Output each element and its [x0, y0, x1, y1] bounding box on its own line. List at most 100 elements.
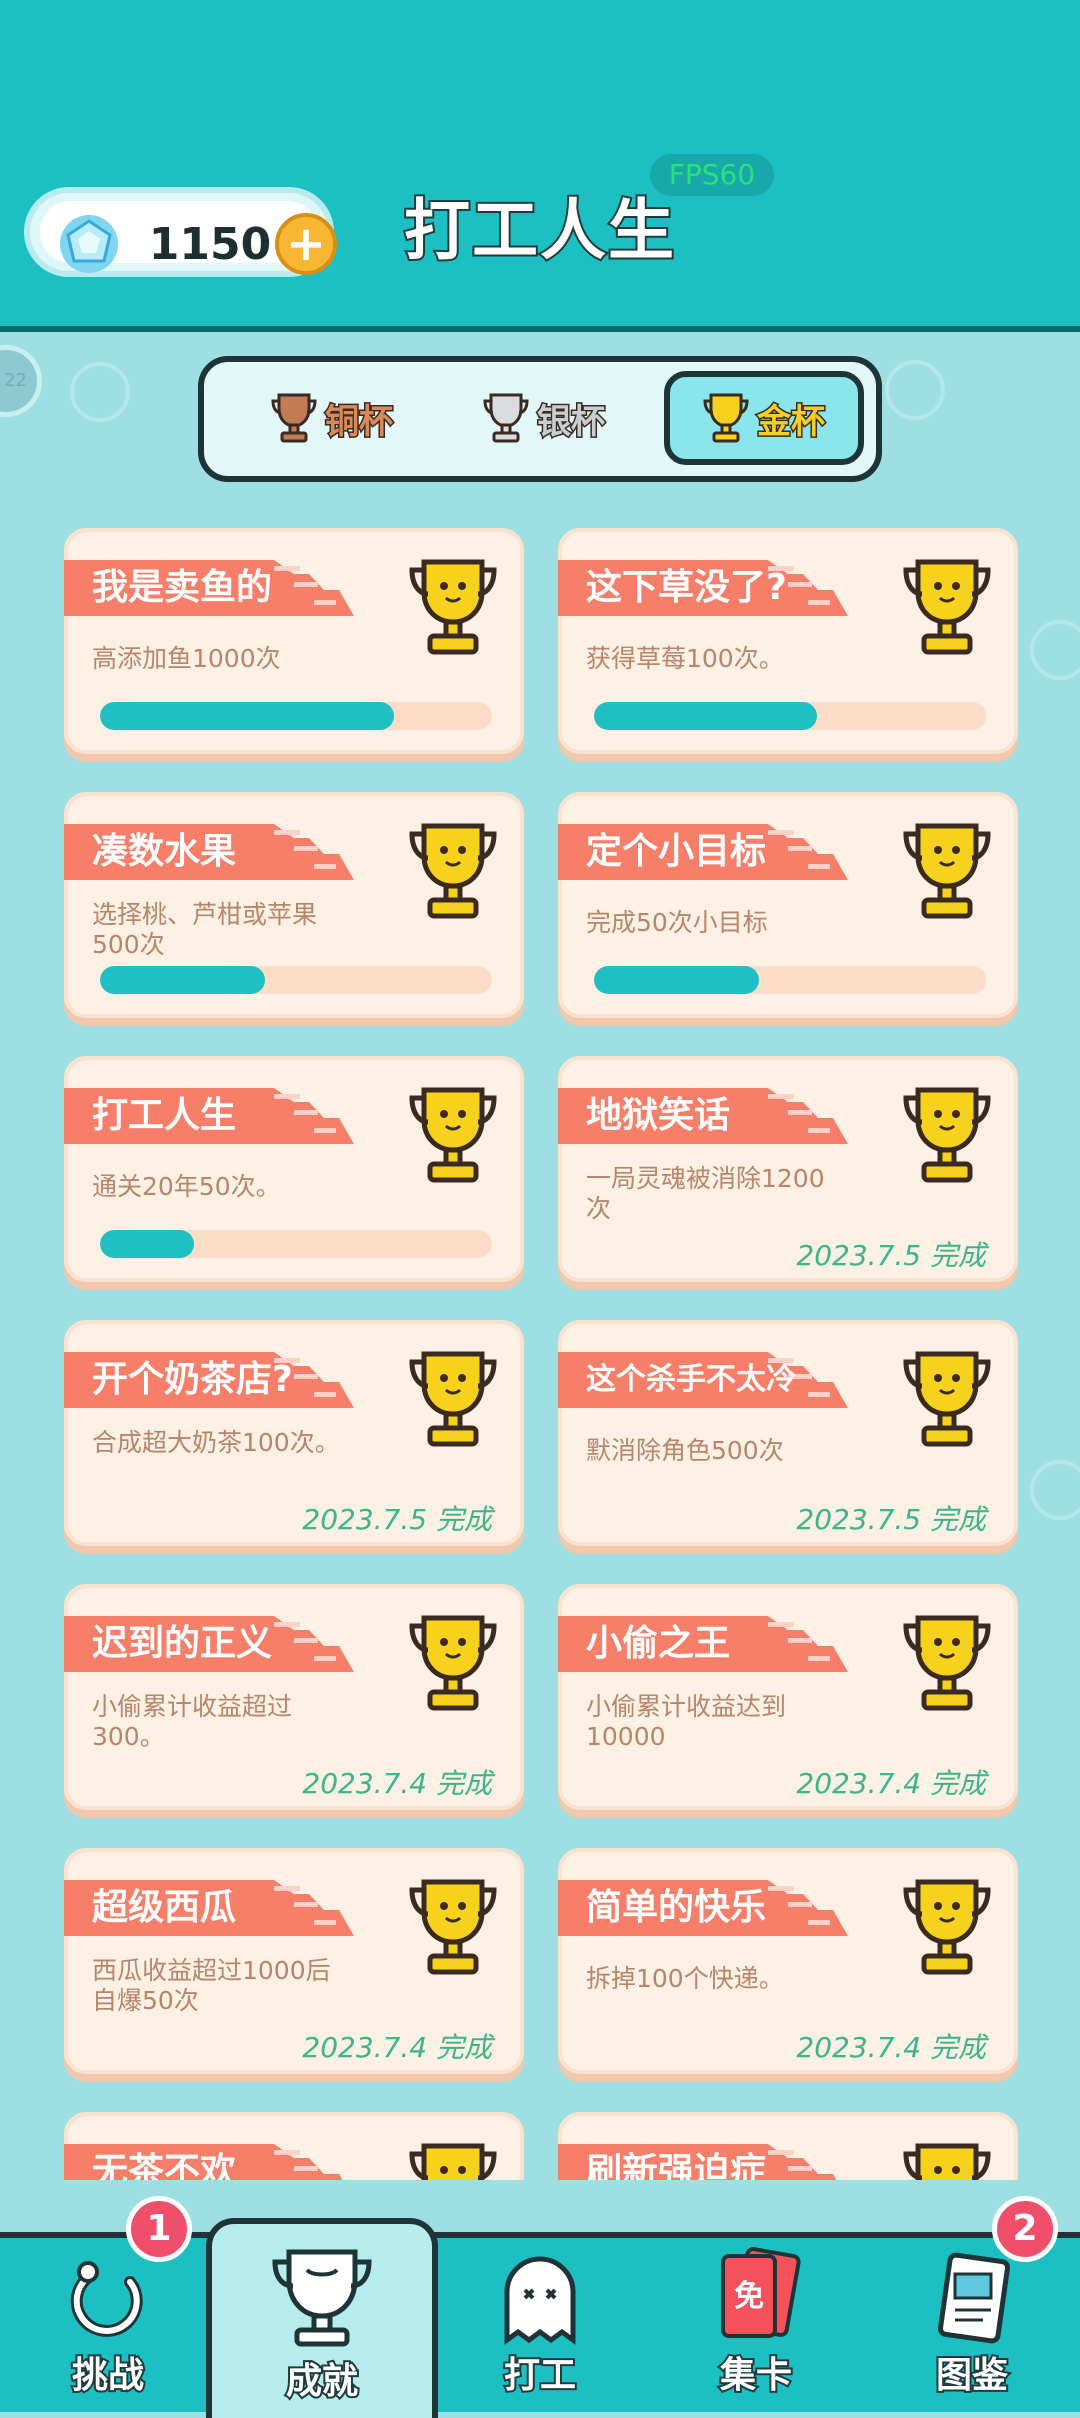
achievement-description: 默消除角色500次	[586, 1436, 784, 1465]
tab-gold[interactable]: 金杯	[664, 371, 864, 465]
trophy-tabs: 铜杯 银杯 金杯	[198, 356, 882, 482]
background-circle	[1030, 1460, 1080, 1520]
achievement-title: 定个小目标	[586, 831, 767, 872]
completion-date: 2023.7.5 完成	[796, 1239, 986, 1272]
nav-label: 打工	[502, 2353, 578, 2398]
gold-trophy-icon	[409, 1351, 497, 1447]
background-circle	[1030, 620, 1080, 680]
achievement-title: 刷新强迫症	[586, 2151, 767, 2180]
bottom-nav: 挑战 1 成就 打工 免 集卡 图鉴 2	[0, 2196, 1080, 2418]
notification-badge: 1	[126, 2196, 192, 2262]
achievement-card[interactable]: 我是卖鱼的高添加鱼1000次	[64, 528, 524, 754]
progress-bar	[594, 966, 986, 994]
tab-bronze[interactable]: 铜杯	[232, 372, 432, 464]
achievement-title: 地狱笑话	[586, 1095, 731, 1136]
achievement-description: 高添加鱼1000次	[92, 644, 281, 673]
achievement-description: 通关20年50次。	[92, 1172, 281, 1201]
achievement-card[interactable]: 地狱笑话一局灵魂被消除1200次 2023.7.5 完成	[558, 1056, 1018, 1282]
achievement-description: 拆掉100个快递。	[586, 1964, 784, 1993]
achievement-card[interactable]: 打工人生通关20年50次。	[64, 1056, 524, 1282]
top-bar: 1150 + FPS60 打工人生	[0, 0, 1080, 332]
achievement-description: 一局灵魂被消除1200次	[586, 1164, 825, 1223]
achievement-card[interactable]: 开个奶茶店? 合成超大奶茶100次。 2023.7.5 完成	[64, 1320, 524, 1546]
nav-achievement[interactable]: 成就	[206, 2218, 438, 2418]
nav-collection[interactable]: 图鉴 2	[864, 2196, 1080, 2412]
achievement-title: 小偷之王	[586, 1623, 731, 1664]
achievement-card[interactable]: 无茶不欢	[64, 2112, 524, 2180]
gem-icon	[60, 215, 118, 273]
achievement-description: 获得草莓100次。	[586, 644, 784, 673]
achievement-card[interactable]: 刷新强迫症	[558, 2112, 1018, 2180]
achievement-description: 合成超大奶茶100次。	[92, 1428, 340, 1457]
nav-label: 挑战	[70, 2353, 146, 2398]
gold-trophy-icon	[409, 1879, 497, 1975]
achievement-grid: 我是卖鱼的高添加鱼1000次 这下草没了? 获得草莓100次。 凑数水果 选择桃、芦…	[60, 524, 1020, 2180]
challenge-icon	[70, 2261, 143, 2337]
achievement-description: 小偷累计收益达到10000	[586, 1692, 787, 1751]
tab-label: 银杯	[536, 400, 607, 443]
achievement-title: 这个杀手不太冷	[586, 1362, 796, 1397]
card-icon: 免	[721, 2247, 801, 2338]
tab-label: 金杯	[756, 400, 827, 443]
gold-trophy-icon	[903, 1879, 991, 1975]
completion-date: 2023.7.5 完成	[796, 1503, 986, 1536]
notification-badge: 2	[992, 2196, 1058, 2262]
achievement-description: 小偷累计收益超过300。	[92, 1692, 293, 1751]
achievement-card[interactable]: 迟到的正义小偷累计收益超过300。 2023.7.4 完成	[64, 1584, 524, 1810]
achievement-card[interactable]: 凑数水果 选择桃、芦柑或苹果500次	[64, 792, 524, 1018]
gold-trophy-icon	[409, 1087, 497, 1183]
achievement-description: 选择桃、芦柑或苹果500次	[92, 900, 318, 959]
progress-fill	[100, 1230, 195, 1258]
achievement-description: 西瓜收益超过1000后自爆50次	[92, 1956, 331, 2015]
tab-silver[interactable]: 银杯	[444, 372, 644, 464]
gold-trophy-icon	[903, 559, 991, 655]
background-circle	[70, 362, 130, 422]
gold-trophy-icon	[903, 1087, 991, 1183]
nav-label: 图鉴	[934, 2353, 1010, 2398]
trophy-icon	[272, 2249, 372, 2347]
completion-date: 2023.7.5 完成	[302, 1503, 492, 1536]
header-divider	[0, 326, 1080, 332]
achievement-card[interactable]: 这下草没了? 获得草莓100次。	[558, 528, 1018, 754]
gold-trophy-icon	[903, 823, 991, 919]
side-level-badge[interactable]: 22	[0, 345, 42, 417]
nav-work[interactable]: 打工	[432, 2238, 648, 2412]
svg-text:免: 免	[734, 2279, 764, 2314]
add-gems-button[interactable]: +	[275, 213, 337, 275]
gem-count: 1150	[148, 219, 272, 270]
gold-trophy-icon	[903, 2143, 991, 2180]
achievement-title: 简单的快乐	[586, 1887, 767, 1928]
achievement-title: 开个奶茶店?	[92, 1359, 293, 1400]
achievement-title: 迟到的正义	[92, 1623, 273, 1664]
nav-label: 成就	[284, 2359, 360, 2404]
achievement-card[interactable]: 定个小目标完成50次小目标	[558, 792, 1018, 1018]
completion-date: 2023.7.4 完成	[796, 1767, 986, 1800]
page-title: 打工人生	[402, 190, 676, 271]
achievement-title: 无茶不欢	[92, 2151, 237, 2180]
nav-label: 集卡	[718, 2353, 794, 2398]
nav-cards[interactable]: 免 集卡	[648, 2238, 864, 2412]
achievement-card[interactable]: 简单的快乐 拆掉100个快递。 2023.7.4 完成	[558, 1848, 1018, 2074]
achievement-card[interactable]: 超级西瓜 西瓜收益超过1000后自爆50次 2023.7.4 完成	[64, 1848, 524, 2074]
gold-trophy-icon	[409, 2143, 497, 2180]
progress-fill	[594, 966, 759, 994]
nav-challenge[interactable]: 挑战 1	[0, 2196, 216, 2412]
achievement-description: 完成50次小目标	[586, 908, 768, 937]
progress-bar	[594, 702, 986, 730]
achievement-card[interactable]: 小偷之王小偷累计收益达到10000 2023.7.4 完成	[558, 1584, 1018, 1810]
completion-date: 2023.7.4 完成	[302, 1767, 492, 1800]
progress-bar	[100, 1230, 492, 1258]
ghost-icon	[504, 2256, 576, 2345]
progress-fill	[594, 702, 818, 730]
achievement-title: 这下草没了?	[586, 567, 787, 608]
background-circle	[885, 360, 945, 420]
achievement-card[interactable]: 这个杀手不太冷默消除角色500次 2023.7.5 完成	[558, 1320, 1018, 1546]
progress-fill	[100, 966, 265, 994]
progress-bar	[100, 702, 492, 730]
silver-trophy-icon	[483, 393, 529, 443]
progress-bar	[100, 966, 492, 994]
progress-fill	[100, 702, 394, 730]
bronze-trophy-icon	[271, 393, 317, 443]
achievement-title: 我是卖鱼的	[92, 567, 273, 608]
achievement-title: 打工人生	[92, 1095, 237, 1136]
